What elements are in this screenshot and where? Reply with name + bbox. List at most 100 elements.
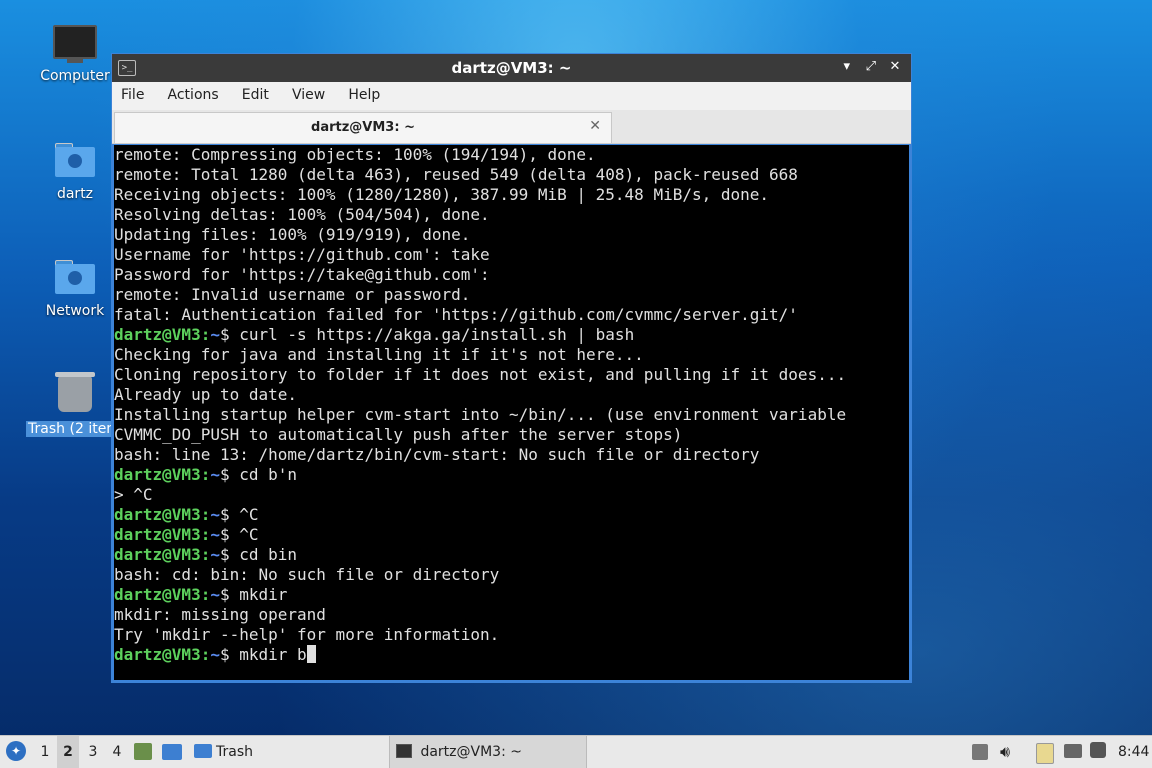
prompt-path: ~ bbox=[210, 505, 220, 524]
task-label: dartz@VM3: ~ bbox=[420, 744, 522, 760]
window-titlebar[interactable]: >_ dartz@VM3: ~ ▾ ⤢ ✕ bbox=[112, 54, 911, 82]
minimize-button[interactable]: ▾ bbox=[837, 59, 857, 74]
prompt-path: ~ bbox=[210, 525, 220, 544]
workspace-4[interactable]: 4 bbox=[106, 736, 128, 768]
taskbar: ✦ 1 2 3 4 Trash dartz@VM3: ~ 🔊︎ 8:44 bbox=[0, 735, 1152, 768]
terminal-line-text: ^C bbox=[239, 505, 259, 524]
terminal-output-line: remote: Compressing objects: 100% (194/1… bbox=[114, 145, 909, 165]
workspace-2[interactable]: 2 bbox=[57, 736, 79, 768]
network-status-icon[interactable] bbox=[1064, 744, 1082, 758]
tab-bar: dartz@VM3: ~ ✕ bbox=[112, 110, 911, 144]
terminal-line-text: Username for 'https://github.com': take bbox=[114, 245, 490, 264]
printer-icon[interactable] bbox=[972, 744, 988, 760]
desktop-launcher-icon[interactable] bbox=[162, 744, 182, 760]
terminal-output-line: Try 'mkdir --help' for more information. bbox=[114, 625, 909, 645]
terminal-line-text: remote: Compressing objects: 100% (194/1… bbox=[114, 145, 596, 164]
terminal-command-line: dartz@VM3:~$ cd b'n bbox=[114, 465, 298, 484]
terminal-line-text: mkdir b bbox=[239, 645, 307, 664]
terminal-output-line: Already up to date. bbox=[114, 385, 909, 405]
volume-icon[interactable]: 🔊︎ bbox=[1000, 736, 1010, 768]
terminal-line-text: bash: cd: bin: No such file or directory bbox=[114, 565, 500, 584]
terminal-command-line: dartz@VM3:~$ mkdir b bbox=[114, 645, 909, 665]
terminal-line-text: Checking for java and installing it if i… bbox=[114, 345, 644, 364]
window-title: dartz@VM3: ~ bbox=[451, 59, 572, 77]
terminal-line-text: CVMMC_DO_PUSH to automatically push afte… bbox=[114, 425, 683, 444]
terminal-output-line: Installing startup helper cvm-start into… bbox=[114, 405, 909, 425]
maximize-button[interactable]: ⤢ bbox=[861, 59, 881, 74]
prompt-user: dartz@VM3 bbox=[114, 525, 201, 544]
terminal-output-line: remote: Invalid username or password. bbox=[114, 285, 909, 305]
terminal-output-line: fatal: Authentication failed for 'https:… bbox=[114, 305, 909, 325]
terminal-output-line: > ^C bbox=[114, 485, 909, 505]
clock[interactable]: 8:44 bbox=[1118, 736, 1149, 768]
tab-close-icon[interactable]: ✕ bbox=[589, 118, 601, 134]
terminal-output-line: Updating files: 100% (919/919), done. bbox=[114, 225, 909, 245]
terminal-line-text: Password for 'https://take@github.com': bbox=[114, 265, 490, 284]
terminal-command-line: dartz@VM3:~$ mkdir bbox=[114, 585, 288, 604]
menu-edit[interactable]: Edit bbox=[233, 82, 278, 108]
terminal-output-line: CVMMC_DO_PUSH to automatically push afte… bbox=[114, 425, 909, 445]
update-notifier-icon[interactable] bbox=[1090, 742, 1106, 758]
terminal-output-line: mkdir: missing operand bbox=[114, 605, 909, 625]
desktop-icon-label: Network bbox=[45, 303, 105, 319]
desktop-icon-trash[interactable]: Trash (2 item bbox=[25, 372, 125, 437]
prompt-user: dartz@VM3 bbox=[114, 585, 201, 604]
computer-icon bbox=[53, 25, 97, 63]
terminal-command-line: dartz@VM3:~$ ^C bbox=[114, 505, 259, 524]
terminal-line-text: Receiving objects: 100% (1280/1280), 387… bbox=[114, 185, 770, 204]
terminal-line-text: Cloning repository to folder if it does … bbox=[114, 365, 847, 384]
clipboard-icon[interactable] bbox=[1036, 743, 1054, 764]
prompt-path: ~ bbox=[210, 465, 220, 484]
terminal-line-text: bash: line 13: /home/dartz/bin/cvm-start… bbox=[114, 445, 760, 464]
prompt-user: dartz@VM3 bbox=[114, 545, 201, 564]
terminal-output-line: Password for 'https://take@github.com': bbox=[114, 265, 909, 285]
workspace-1[interactable]: 1 bbox=[34, 736, 56, 768]
menu-help[interactable]: Help bbox=[339, 82, 389, 108]
terminal-line-text: remote: Total 1280 (delta 463), reused 5… bbox=[114, 165, 798, 184]
menubar: File Actions Edit View Help bbox=[112, 82, 911, 110]
prompt-path: ~ bbox=[210, 325, 220, 344]
terminal-line-text: Installing startup helper cvm-start into… bbox=[114, 405, 847, 424]
menu-view[interactable]: View bbox=[283, 82, 334, 108]
terminal-line-text: mkdir bbox=[239, 585, 288, 604]
terminal-line-text: Try 'mkdir --help' for more information. bbox=[114, 625, 500, 644]
folder-icon bbox=[194, 744, 212, 758]
desktop-icon-network[interactable]: Network bbox=[25, 260, 125, 319]
terminal-tab[interactable]: dartz@VM3: ~ ✕ bbox=[114, 112, 612, 143]
terminal-output-line: Receiving objects: 100% (1280/1280), 387… bbox=[114, 185, 909, 205]
terminal-output-line: Resolving deltas: 100% (504/504), done. bbox=[114, 205, 909, 225]
prompt-path: ~ bbox=[210, 545, 220, 564]
terminal-line-text: Resolving deltas: 100% (504/504), done. bbox=[114, 205, 490, 224]
prompt-user: dartz@VM3 bbox=[114, 645, 201, 664]
terminal-output[interactable]: remote: Compressing objects: 100% (194/1… bbox=[114, 145, 909, 680]
desktop-icon-computer[interactable]: Computer bbox=[25, 25, 125, 84]
terminal-line-text: remote: Invalid username or password. bbox=[114, 285, 471, 304]
menu-actions[interactable]: Actions bbox=[159, 82, 228, 108]
terminal-command-line: dartz@VM3:~$ curl -s https://akga.ga/ins… bbox=[114, 325, 635, 344]
terminal-line-text: > ^C bbox=[114, 485, 153, 504]
terminal-output-line: Cloning repository to folder if it does … bbox=[114, 365, 909, 385]
terminal-output-line: bash: cd: bin: No such file or directory bbox=[114, 565, 909, 585]
prompt-path: ~ bbox=[210, 585, 220, 604]
trash-launcher[interactable]: Trash bbox=[194, 736, 253, 768]
terminal-cursor bbox=[306, 645, 316, 663]
terminal-line-text: curl -s https://akga.ga/install.sh | bas… bbox=[239, 325, 635, 344]
terminal-command-line: dartz@VM3:~$ cd bin bbox=[114, 545, 298, 564]
trash-launcher-label: Trash bbox=[216, 744, 253, 760]
file-manager-launcher-icon[interactable] bbox=[134, 743, 152, 760]
start-menu-icon[interactable]: ✦ bbox=[6, 741, 26, 761]
taskbar-task-terminal[interactable]: dartz@VM3: ~ bbox=[389, 736, 587, 768]
desktop-icon-label: dartz bbox=[56, 186, 94, 202]
terminal-line-text: Updating files: 100% (919/919), done. bbox=[114, 225, 471, 244]
prompt-user: dartz@VM3 bbox=[114, 505, 201, 524]
desktop-icon-label: Computer bbox=[40, 68, 110, 84]
desktop-icon-home[interactable]: dartz bbox=[25, 143, 125, 202]
menu-file[interactable]: File bbox=[112, 82, 153, 108]
close-button[interactable]: ✕ bbox=[885, 59, 905, 74]
workspace-3[interactable]: 3 bbox=[82, 736, 104, 768]
terminal-icon bbox=[396, 744, 412, 758]
network-folder-icon bbox=[55, 260, 95, 294]
terminal-output-line: Username for 'https://github.com': take bbox=[114, 245, 909, 265]
terminal-window: >_ dartz@VM3: ~ ▾ ⤢ ✕ File Actions Edit … bbox=[111, 53, 912, 683]
terminal-command-line: dartz@VM3:~$ ^C bbox=[114, 525, 259, 544]
